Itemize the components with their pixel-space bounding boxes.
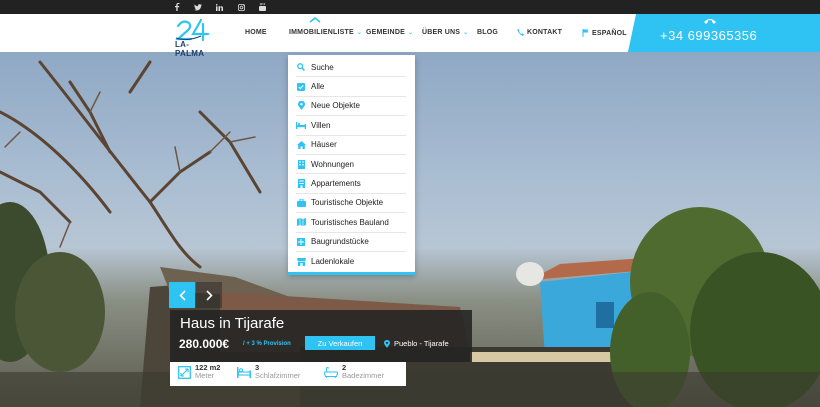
chevron-down-icon: ⌄ (407, 30, 414, 36)
map-pin-icon (297, 101, 305, 111)
logo-mark (175, 18, 210, 42)
dropdown-item-label: Suche (311, 62, 334, 72)
facebook-icon (174, 3, 180, 11)
nav-home[interactable]: HOME (245, 29, 267, 36)
dropdown-item-label: Appartements (311, 179, 361, 189)
listing-location: Pueblo - Tijarafe (384, 339, 449, 348)
slider-prev-button[interactable] (169, 282, 195, 308)
area-label: Meter (195, 371, 215, 380)
phone-number: +34 699365356 (660, 28, 758, 43)
dropdown-item-label: Neue Objekte (311, 101, 360, 111)
feature-area: 122 m2 Meter (178, 364, 220, 380)
logo-text: LA-PALMA (175, 40, 205, 58)
dropdown-item-shops[interactable]: Ladenlokale (296, 252, 406, 271)
nav-municipality[interactable]: GEMEINDE ⌄ (366, 29, 413, 36)
dropdown-item-label: Häuser (311, 140, 337, 150)
bedrooms-label: Schlafzimmer (255, 371, 301, 380)
bed-icon (296, 121, 306, 129)
youtube-link[interactable] (252, 0, 274, 14)
listing-features: 122 m2 Meter 3 Schlafzimmer 2 Badezimmer (170, 362, 406, 386)
feature-bathrooms: 2 Badezimmer (324, 364, 384, 380)
nav-language[interactable]: ESPAÑOL (582, 29, 627, 37)
plot-icon (297, 237, 305, 246)
nav-blog-label: BLOG (477, 29, 499, 36)
phone-icon (517, 29, 524, 36)
instagram-icon (238, 3, 246, 11)
dropdown-item-houses[interactable]: Häuser (296, 136, 406, 155)
dropdown-item-label: Villen (311, 120, 331, 130)
nav-home-label: HOME (245, 29, 267, 36)
dropdown-item-flats[interactable]: Wohnungen (296, 155, 406, 175)
nav-properties[interactable]: IMMOBILIENLISTE ⌄ (289, 29, 362, 36)
suitcase-icon (296, 198, 306, 207)
phone-handset-icon (704, 19, 716, 24)
dropdown-item-villas[interactable]: Villen (296, 116, 406, 136)
dropdown-item-label: Baugrundstücke (311, 237, 369, 247)
nav-properties-label: IMMOBILIENLISTE (289, 29, 354, 36)
nav-language-label: ESPAÑOL (592, 29, 627, 37)
bed-icon (237, 366, 251, 378)
chevron-right-icon (205, 289, 213, 301)
status-badge: Zu Verkaufen (305, 336, 375, 350)
properties-dropdown: Suche Alle Neue Objekte Villen Häuser Wo… (288, 55, 415, 275)
bathrooms-label: Badezimmer (342, 371, 385, 380)
building-icon (297, 159, 305, 169)
site-logo[interactable]: LA-PALMA (175, 18, 217, 58)
flag-icon (582, 29, 589, 37)
nav-contact[interactable]: KONTAKT (517, 29, 562, 36)
dropdown-item-all[interactable]: Alle (296, 77, 406, 97)
nav-about[interactable]: ÜBER UNS ⌄ (422, 29, 468, 36)
nav-municipality-label: GEMEINDE (366, 29, 405, 36)
instagram-link[interactable] (231, 0, 253, 14)
search-icon (297, 63, 305, 72)
active-indicator-icon (309, 17, 321, 23)
nav-contact-label: KONTAKT (527, 29, 563, 36)
map-pin-icon (384, 339, 390, 348)
dropdown-item-label: Touristisches Bauland (311, 217, 389, 227)
listing-price: 280.000€ (179, 337, 230, 351)
dropdown-item-tourist[interactable]: Touristische Objekte (296, 194, 406, 214)
social-bar (0, 0, 820, 14)
apartment-icon (297, 179, 305, 189)
listing-info: Haus in Tijarafe 280.000€ / + 3 % Provis… (170, 310, 472, 362)
area-icon (178, 365, 191, 379)
bathtub-icon (324, 366, 338, 378)
twitter-link[interactable] (187, 0, 209, 14)
twitter-icon (193, 3, 202, 11)
home-icon (296, 140, 306, 149)
dropdown-item-label: Ladenlokale (311, 257, 355, 267)
dropdown-item-plots[interactable]: Baugrundstücke (296, 233, 406, 252)
location-label: Pueblo - Tijarafe (394, 339, 449, 348)
shop-icon (296, 257, 306, 266)
dropdown-item-label: Wohnungen (311, 159, 354, 169)
feature-bedrooms: 3 Schlafzimmer (237, 364, 300, 380)
checkbox-icon (297, 82, 305, 91)
facebook-link[interactable] (166, 0, 188, 14)
nav-blog[interactable]: BLOG (477, 29, 498, 36)
phone-cta[interactable]: +34 699365356 (640, 14, 820, 52)
linkedin-icon (216, 3, 224, 11)
nav-about-label: ÜBER UNS (422, 29, 461, 36)
youtube-icon (259, 3, 267, 11)
dropdown-item-label: Alle (311, 82, 325, 92)
listing-title[interactable]: Haus in Tijarafe (180, 315, 284, 332)
chevron-down-icon: ⌄ (356, 30, 363, 36)
chevron-down-icon: ⌄ (463, 30, 469, 36)
dropdown-item-search[interactable]: Suche (296, 58, 406, 78)
dropdown-item-new[interactable]: Neue Objekte (296, 97, 406, 117)
dropdown-item-apartments[interactable]: Appartements (296, 174, 406, 194)
dropdown-item-tourist-land[interactable]: Touristisches Bauland (296, 213, 406, 233)
dropdown-item-label: Touristische Objekte (311, 198, 384, 208)
linkedin-link[interactable] (209, 0, 231, 14)
map-icon (296, 218, 306, 227)
chevron-left-icon (178, 289, 186, 301)
slider-next-button[interactable] (196, 282, 222, 308)
listing-commission: / + 3 % Provision (243, 341, 291, 347)
